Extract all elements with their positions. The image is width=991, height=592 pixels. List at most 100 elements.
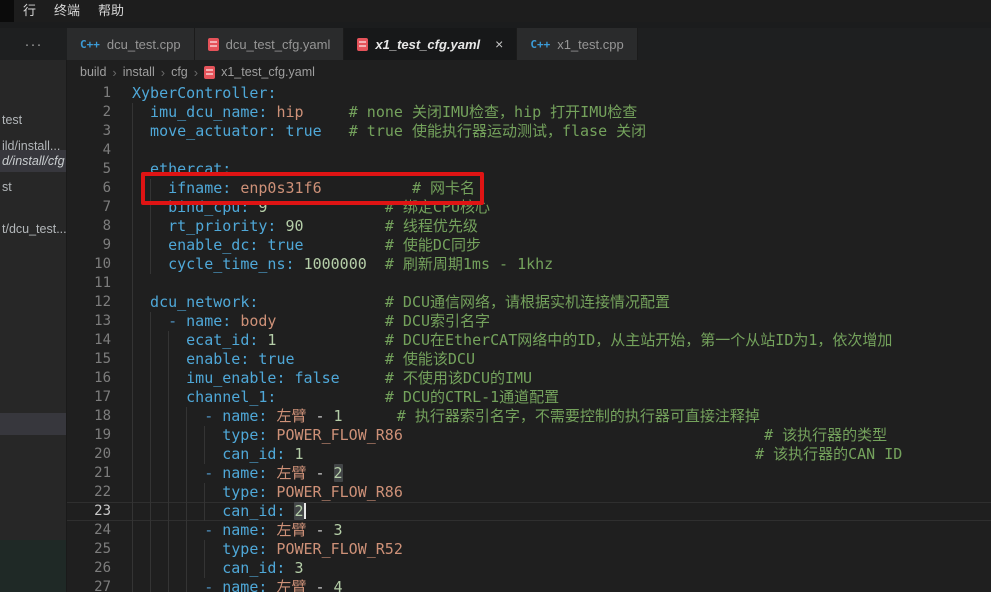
sidebar-item[interactable] (0, 413, 67, 435)
menu-item-终端[interactable]: 终端 (45, 0, 89, 22)
indent-guide (132, 217, 150, 236)
indent-guide (132, 540, 150, 559)
indent-guide (150, 483, 168, 502)
indent-guide (150, 255, 168, 274)
line-number: 3 (67, 122, 130, 141)
tab-x1_test_cfg.yaml[interactable]: x1_test_cfg.yaml × (344, 28, 517, 60)
indent-guide (132, 369, 150, 388)
code-content: cycle_time_ns: 1000000 # 刷新周期1ms - 1khz (130, 255, 991, 274)
breadcrumb-separator: › (112, 65, 116, 80)
code-content: type: POWER_FLOW_R52 (130, 540, 991, 559)
code-line-25[interactable]: 25type: POWER_FLOW_R52 (67, 540, 991, 559)
indent-guide (132, 255, 150, 274)
sidebar-item[interactable]: test (0, 109, 67, 131)
indent-guide (186, 578, 204, 592)
code-line-21[interactable]: 21- name: 左臂 - 2 (67, 464, 991, 483)
tab-label: x1_test_cfg.yaml (375, 37, 480, 52)
indent-guide (168, 426, 186, 445)
indent-guide (132, 521, 150, 540)
breadcrumb-item-cfg[interactable]: cfg (171, 65, 188, 79)
code-line-5[interactable]: 5ethercat: (67, 160, 991, 179)
code-line-3[interactable]: 3move_actuator: true # true 使能执行器运动测试，fl… (67, 122, 991, 141)
code-editor[interactable]: 1XyberController:2imu_dcu_name: hip # no… (67, 84, 991, 592)
code-line-14[interactable]: 14ecat_id: 1 # DCU在EtherCAT网络中的ID，从主站开始，… (67, 331, 991, 350)
code-line-20[interactable]: 20can_id: 1 # 该执行器的CAN ID (67, 445, 991, 464)
code-line-12[interactable]: 12dcu_network: # DCU通信网络，请根据实机连接情况配置 (67, 293, 991, 312)
yaml-file-icon (208, 38, 219, 51)
code-line-8[interactable]: 8rt_priority: 90 # 线程优先级 (67, 217, 991, 236)
menu-item-帮助[interactable]: 帮助 (89, 0, 133, 22)
indent-guide (150, 331, 168, 350)
tab-dcu_test_cfg.yaml[interactable]: dcu_test_cfg.yaml (195, 28, 345, 60)
code-line-27[interactable]: 27- name: 左臂 - 4 (67, 578, 991, 592)
tab-x1_test.cpp[interactable]: C++x1_test.cpp (517, 28, 637, 60)
sidebar-item[interactable]: st (0, 176, 67, 198)
code-line-15[interactable]: 15enable: true # 使能该DCU (67, 350, 991, 369)
code-line-10[interactable]: 10cycle_time_ns: 1000000 # 刷新周期1ms - 1kh… (67, 255, 991, 274)
code-line-18[interactable]: 18- name: 左臂 - 1 # 执行器索引名字，不需要控制的执行器可直接注… (67, 407, 991, 426)
code-line-13[interactable]: 13- name: body # DCU索引名字 (67, 312, 991, 331)
indent-guide (168, 407, 186, 426)
indent-guide (132, 426, 150, 445)
indent-guide (168, 464, 186, 483)
indent-guide (132, 578, 150, 592)
indent-guide (168, 578, 186, 592)
sidebar-item[interactable]: t/dcu_test... (0, 218, 67, 240)
code-line-11[interactable]: 11 (67, 274, 991, 293)
code-line-26[interactable]: 26can_id: 3 (67, 559, 991, 578)
indent-guide (150, 407, 168, 426)
code-content: imu_enable: false # 不使用该DCU的IMU (130, 369, 991, 388)
code-line-17[interactable]: 17channel_1: # DCU的CTRL-1通道配置 (67, 388, 991, 407)
vscode-window: 行终端帮助 ··· C++dcu_test.cppdcu_test_cfg.ya… (0, 0, 991, 592)
line-number: 2 (67, 103, 130, 122)
indent-guide (168, 445, 186, 464)
line-number: 26 (67, 559, 130, 578)
breadcrumb-item-build[interactable]: build (80, 65, 106, 79)
indent-guide (132, 236, 150, 255)
indent-guide (132, 388, 150, 407)
code-content: enable: true # 使能该DCU (130, 350, 991, 369)
code-line-16[interactable]: 16imu_enable: false # 不使用该DCU的IMU (67, 369, 991, 388)
breadcrumb-file[interactable]: x1_test_cfg.yaml (221, 65, 315, 79)
sidebar-panel: testild/install...d/install/cfgstt/dcu_t… (0, 60, 67, 592)
code-line-6[interactable]: 6ifname: enp0s31f6 # 网卡名 (67, 179, 991, 198)
code-line-4[interactable]: 4 (67, 141, 991, 160)
indent-guide (132, 559, 150, 578)
indent-guide (132, 502, 150, 521)
tab-dcu_test.cpp[interactable]: C++dcu_test.cpp (67, 28, 195, 60)
cpp-file-icon: C++ (80, 38, 100, 51)
code-content: can_id: 2 (130, 502, 991, 521)
indent-guide (150, 521, 168, 540)
tab-bar: ··· C++dcu_test.cppdcu_test_cfg.yamlx1_t… (0, 28, 991, 60)
indent-guide (186, 483, 204, 502)
close-tab-icon[interactable]: × (495, 37, 503, 51)
line-number: 10 (67, 255, 130, 274)
indent-guide (132, 445, 150, 464)
code-content (130, 274, 991, 293)
indent-guide (132, 293, 150, 312)
indent-guide (150, 502, 168, 521)
code-line-7[interactable]: 7bind_cpu: 9 # 绑定CPU核心 (67, 198, 991, 217)
code-line-23[interactable]: 23can_id: 2 (67, 502, 991, 521)
indent-guide (186, 407, 204, 426)
code-line-19[interactable]: 19type: POWER_FLOW_R86 # 该执行器的类型 (67, 426, 991, 445)
more-actions-icon[interactable]: ··· (0, 28, 67, 60)
sidebar-item[interactable]: d/install/cfg (0, 150, 67, 172)
line-number: 25 (67, 540, 130, 559)
indent-guide (150, 312, 168, 331)
code-content: type: POWER_FLOW_R86 # 该执行器的类型 (130, 426, 991, 445)
breadcrumb-separator: › (194, 65, 198, 80)
indent-guide (150, 369, 168, 388)
line-number: 17 (67, 388, 130, 407)
code-line-2[interactable]: 2imu_dcu_name: hip # none 关闭IMU检查，hip 打开… (67, 103, 991, 122)
code-line-22[interactable]: 22type: POWER_FLOW_R86 (67, 483, 991, 502)
indent-guide (132, 407, 150, 426)
menu-item-行[interactable]: 行 (14, 0, 45, 22)
indent-guide (186, 445, 204, 464)
indent-guide (132, 160, 150, 179)
breadcrumb-item-install[interactable]: install (123, 65, 155, 79)
code-line-1[interactable]: 1XyberController: (67, 84, 991, 103)
code-line-24[interactable]: 24- name: 左臂 - 3 (67, 521, 991, 540)
line-number: 24 (67, 521, 130, 540)
code-line-9[interactable]: 9enable_dc: true # 使能DC同步 (67, 236, 991, 255)
